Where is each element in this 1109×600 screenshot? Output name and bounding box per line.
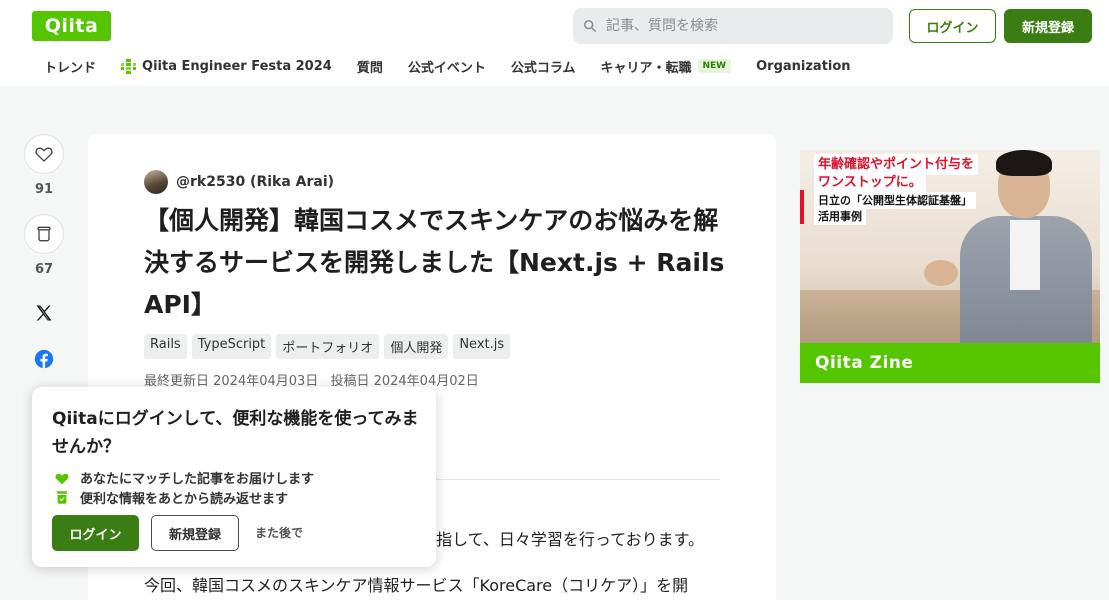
like-count: 91 <box>34 182 54 197</box>
ad-subtitle: 日立の「公開型生体認証基盤」 <box>814 192 976 209</box>
stock-icon <box>37 226 51 242</box>
author-info[interactable]: @rk2530 (Rika Arai) <box>144 170 334 194</box>
nav-item-label: 公式コラム <box>510 60 576 76</box>
benefit-item: 便利な情報をあとから読み返せます <box>54 488 288 507</box>
benefit-text: あなたにマッチした記事をお届けします <box>80 472 315 487</box>
like-button[interactable] <box>24 134 64 174</box>
nav-item-official-columns[interactable]: 公式コラム <box>511 57 576 76</box>
facebook-share-icon[interactable] <box>34 349 54 369</box>
tag-item[interactable]: ポートフォリオ <box>276 334 380 359</box>
nav-item-label: 公式イベント <box>407 60 486 76</box>
festa-grid-icon <box>121 58 137 74</box>
qiita-logo[interactable]: Qiita <box>32 11 111 41</box>
nav-item-label: Qiita Engineer Festa 2024 <box>142 58 332 74</box>
new-badge: NEW <box>697 59 732 73</box>
nav-item-label: 質問 <box>356 60 383 76</box>
benefit-text: 便利な情報をあとから読み返せます <box>80 492 289 507</box>
search-bar[interactable] <box>573 8 893 44</box>
tag-item[interactable]: TypeScript <box>191 334 272 359</box>
nav-item-festa[interactable]: Qiita Engineer Festa 2024 <box>121 58 332 74</box>
search-icon <box>583 19 597 33</box>
main-nav: トレンド Qiita Engineer Festa 2024 質問 公式イベント… <box>44 56 876 76</box>
nav-item-career[interactable]: キャリア・転職 NEW <box>600 57 732 76</box>
tag-item[interactable]: 個人開発 <box>384 334 449 359</box>
ad-headline: ワンストップに。 <box>814 172 926 193</box>
ad-brand-band: Qiita Zine <box>800 343 1100 383</box>
nav-item-questions[interactable]: 質問 <box>357 57 383 76</box>
nav-item-organization[interactable]: Organization <box>756 59 850 74</box>
benefit-item: あなたにマッチした記事をお届けします <box>54 468 314 487</box>
ad-person-hair <box>996 150 1052 176</box>
author-name[interactable]: @rk2530 (Rika Arai) <box>176 174 334 190</box>
popup-login-button[interactable]: ログイン <box>52 515 139 551</box>
stock-count: 67 <box>34 262 54 277</box>
sidebar-ad[interactable]: 年齢確認やポイント付与を ワンストップに。 日立の「公開型生体認証基盤」 活用事… <box>800 150 1100 383</box>
nav-item-label: トレンド <box>44 60 97 76</box>
tag-item[interactable]: Rails <box>144 334 187 359</box>
ad-person-shirt <box>1010 220 1040 290</box>
stock-button[interactable] <box>24 214 64 254</box>
ad-accent-bar <box>800 190 804 224</box>
nav-item-official-events[interactable]: 公式イベント <box>408 57 486 76</box>
tag-item[interactable]: Next.js <box>453 334 511 359</box>
login-button[interactable]: ログイン <box>909 9 996 43</box>
nav-item-trend[interactable]: トレンド <box>44 57 96 76</box>
ad-subtitle: 活用事例 <box>814 208 866 225</box>
site-header: Qiita ログイン 新規登録 トレンド Qiita Engineer Fest… <box>0 0 1109 86</box>
tag-list: Rails TypeScript ポートフォリオ 個人開発 Next.js <box>144 334 515 359</box>
heart-filled-icon <box>55 473 69 484</box>
stock-filled-icon <box>57 491 67 504</box>
login-prompt-popup: Qiitaにログインして、便利な機能を使ってみませんか？ あなたにマッチした記事… <box>32 387 436 567</box>
x-share-icon[interactable] <box>34 303 54 323</box>
popup-title: Qiitaにログインして、便利な機能を使ってみませんか？ <box>52 409 419 457</box>
nav-item-label: キャリア・転職 <box>600 60 692 76</box>
signup-button[interactable]: 新規登録 <box>1004 9 1092 43</box>
article-actions: 91 67 <box>24 134 64 369</box>
popup-signup-button[interactable]: 新規登録 <box>151 515 239 551</box>
avatar[interactable] <box>144 170 168 194</box>
nav-item-label: Organization <box>756 58 851 74</box>
search-input[interactable] <box>606 18 876 34</box>
popup-later-link[interactable]: また後で <box>255 524 303 541</box>
article-title: 【個人開発】韓国コスメでスキンケアのお悩みを解決するサービスを開発しました【Ne… <box>144 206 725 319</box>
ad-person-hand <box>924 260 958 286</box>
heart-icon <box>35 147 53 162</box>
article-body-line: 今回、韓国コスメのスキンケア情報サービス「KoreCare（コリケア）」を開 <box>144 576 689 595</box>
